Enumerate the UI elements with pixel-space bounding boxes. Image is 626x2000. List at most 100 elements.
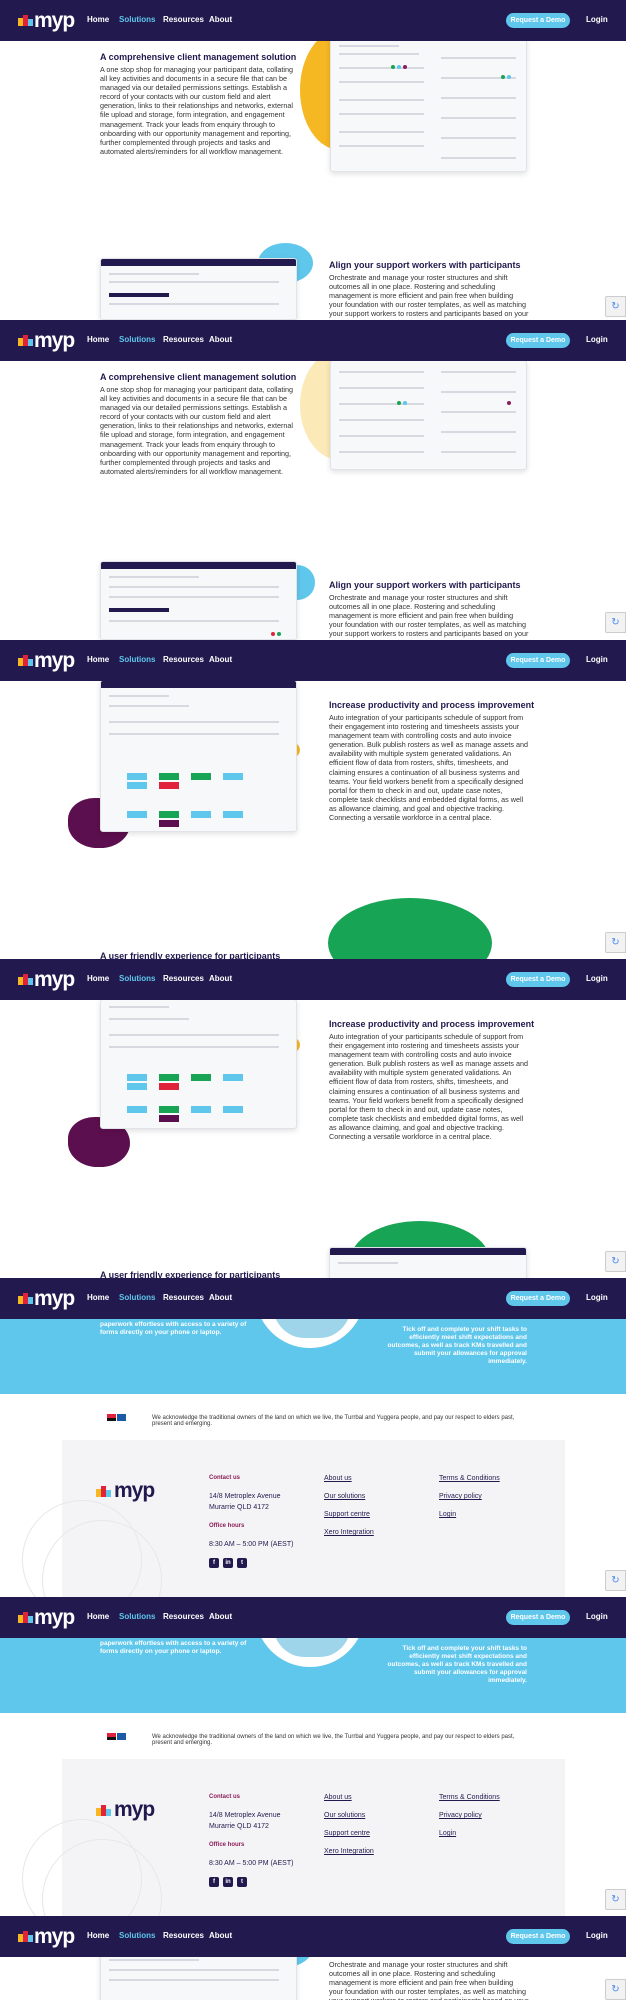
logo[interactable]: myp [18, 649, 75, 672]
login-link[interactable]: Login [586, 1931, 608, 1940]
nav-about[interactable]: About [209, 335, 232, 344]
nav-solutions[interactable]: Solutions [119, 1931, 155, 1940]
recaptcha-icon[interactable]: ↻ [605, 1889, 626, 1910]
login-link[interactable]: Login [586, 1293, 608, 1302]
nav-solutions[interactable]: Solutions [119, 655, 155, 664]
request-demo-button[interactable]: Request a Demo [506, 333, 570, 348]
nav-solutions[interactable]: Solutions [119, 15, 155, 24]
nav-home[interactable]: Home [87, 655, 109, 664]
footer-link-terms[interactable]: Terms & Conditions [439, 1475, 500, 1482]
roster-heading: Align your support workers with particip… [329, 260, 521, 270]
office-hours: 8:30 AM – 5:00 PM (AEST) [209, 1541, 294, 1548]
friendly-heading: A user friendly experience for participa… [100, 951, 281, 959]
nav-resources[interactable]: Resources [163, 15, 204, 24]
nav-home[interactable]: Home [87, 1293, 109, 1302]
nav-resources[interactable]: Resources [163, 1293, 204, 1302]
footer-link-login[interactable]: Login [439, 1511, 456, 1518]
request-demo-button[interactable]: Request a Demo [506, 972, 570, 987]
recaptcha-icon[interactable]: ↻ [605, 932, 626, 953]
footer-link-about[interactable]: About us [324, 1794, 352, 1801]
twitter-icon[interactable]: t [237, 1558, 247, 1568]
logo[interactable]: myp [18, 1925, 75, 1948]
nav-home[interactable]: Home [87, 15, 109, 24]
footer-link-support[interactable]: Support centre [324, 1511, 370, 1518]
nav-solutions[interactable]: Solutions [119, 335, 155, 344]
logo-text: myp [34, 649, 75, 672]
recaptcha-icon[interactable]: ↻ [605, 612, 626, 633]
roster-body: Orchestrate and manage your roster struc… [329, 273, 529, 318]
login-link[interactable]: Login [586, 655, 608, 664]
footer-link-privacy[interactable]: Privacy policy [439, 1812, 482, 1819]
nav-home[interactable]: Home [87, 1931, 109, 1940]
footer-link-solutions[interactable]: Our solutions [324, 1812, 365, 1819]
recaptcha-icon[interactable]: ↻ [605, 1570, 626, 1591]
recaptcha-icon[interactable]: ↻ [605, 1979, 626, 2000]
login-link[interactable]: Login [586, 974, 608, 983]
footer-logo[interactable]: myp [96, 1798, 160, 1821]
nav-about[interactable]: About [209, 655, 232, 664]
recaptcha-icon[interactable]: ↻ [605, 1251, 626, 1272]
frame-2: A comprehensive client management soluti… [0, 320, 626, 640]
footer-link-xero[interactable]: Xero Integration [324, 1529, 374, 1536]
nav-solutions[interactable]: Solutions [119, 1293, 155, 1302]
nav-about[interactable]: About [209, 15, 232, 24]
request-demo-button[interactable]: Request a Demo [506, 653, 570, 668]
nav-home[interactable]: Home [87, 1612, 109, 1621]
logo-text: myp [34, 1287, 75, 1310]
logo[interactable]: myp [18, 9, 75, 32]
office-hours: 8:30 AM – 5:00 PM (AEST) [209, 1860, 294, 1867]
address-line2: Murarrie QLD 4172 [209, 1823, 269, 1830]
request-demo-button[interactable]: Request a Demo [506, 1291, 570, 1306]
footer-link-support[interactable]: Support centre [324, 1830, 370, 1837]
top-nav: myp Home Solutions Resources About Reque… [0, 1278, 626, 1319]
nav-solutions[interactable]: Solutions [119, 1612, 155, 1621]
acknowledgement: We acknowledge the traditional owners of… [152, 1415, 515, 1427]
footer-link-login[interactable]: Login [439, 1830, 456, 1837]
logo[interactable]: myp [18, 1606, 75, 1629]
login-link[interactable]: Login [586, 15, 608, 24]
nav-about[interactable]: About [209, 1612, 232, 1621]
hours-heading: Office hours [209, 1842, 245, 1848]
footer-link-privacy[interactable]: Privacy policy [439, 1493, 482, 1500]
nav-about[interactable]: About [209, 974, 232, 983]
facebook-icon[interactable]: f [209, 1558, 219, 1568]
linkedin-icon[interactable]: in [223, 1877, 233, 1887]
nav-resources[interactable]: Resources [163, 1612, 204, 1621]
footer-link-solutions[interactable]: Our solutions [324, 1493, 365, 1500]
roster-screenshot [100, 258, 297, 320]
footer-link-xero[interactable]: Xero Integration [324, 1848, 374, 1855]
nav-about[interactable]: About [209, 1293, 232, 1302]
address-line1: 14/8 Metroplex Avenue [209, 1812, 281, 1819]
nav-resources[interactable]: Resources [163, 1931, 204, 1940]
footer-link-terms[interactable]: Terms & Conditions [439, 1794, 500, 1801]
login-link[interactable]: Login [586, 1612, 608, 1621]
top-nav: myp Home Solutions Resources About Reque… [0, 1916, 626, 1957]
logo-text: myp [34, 329, 75, 352]
request-demo-button[interactable]: Request a Demo [506, 13, 570, 28]
footer-logo[interactable]: myp [96, 1479, 160, 1502]
linkedin-icon[interactable]: in [223, 1558, 233, 1568]
app-promo-right: Tick off and complete your shift tasks t… [387, 1645, 527, 1684]
client-heading: A comprehensive client management soluti… [100, 52, 297, 62]
facebook-icon[interactable]: f [209, 1877, 219, 1887]
logo[interactable]: myp [18, 1287, 75, 1310]
nav-resources[interactable]: Resources [163, 655, 204, 664]
nav-resources[interactable]: Resources [163, 974, 204, 983]
login-link[interactable]: Login [586, 335, 608, 344]
aboriginal-flag-icon [107, 1414, 127, 1421]
nav-resources[interactable]: Resources [163, 335, 204, 344]
logo[interactable]: myp [18, 329, 75, 352]
logo[interactable]: myp [18, 968, 75, 991]
nav-home[interactable]: Home [87, 335, 109, 344]
footer-link-about[interactable]: About us [324, 1475, 352, 1482]
nav-home[interactable]: Home [87, 974, 109, 983]
twitter-icon[interactable]: t [237, 1877, 247, 1887]
nav-solutions[interactable]: Solutions [119, 974, 155, 983]
frame-7: Align your support workers with particip… [0, 1916, 626, 2000]
acknowledgement: We acknowledge the traditional owners of… [152, 1734, 515, 1746]
request-demo-button[interactable]: Request a Demo [506, 1610, 570, 1625]
request-demo-button[interactable]: Request a Demo [506, 1929, 570, 1944]
recaptcha-icon[interactable]: ↻ [605, 296, 626, 317]
nav-about[interactable]: About [209, 1931, 232, 1940]
logo-text: myp [34, 1606, 75, 1629]
